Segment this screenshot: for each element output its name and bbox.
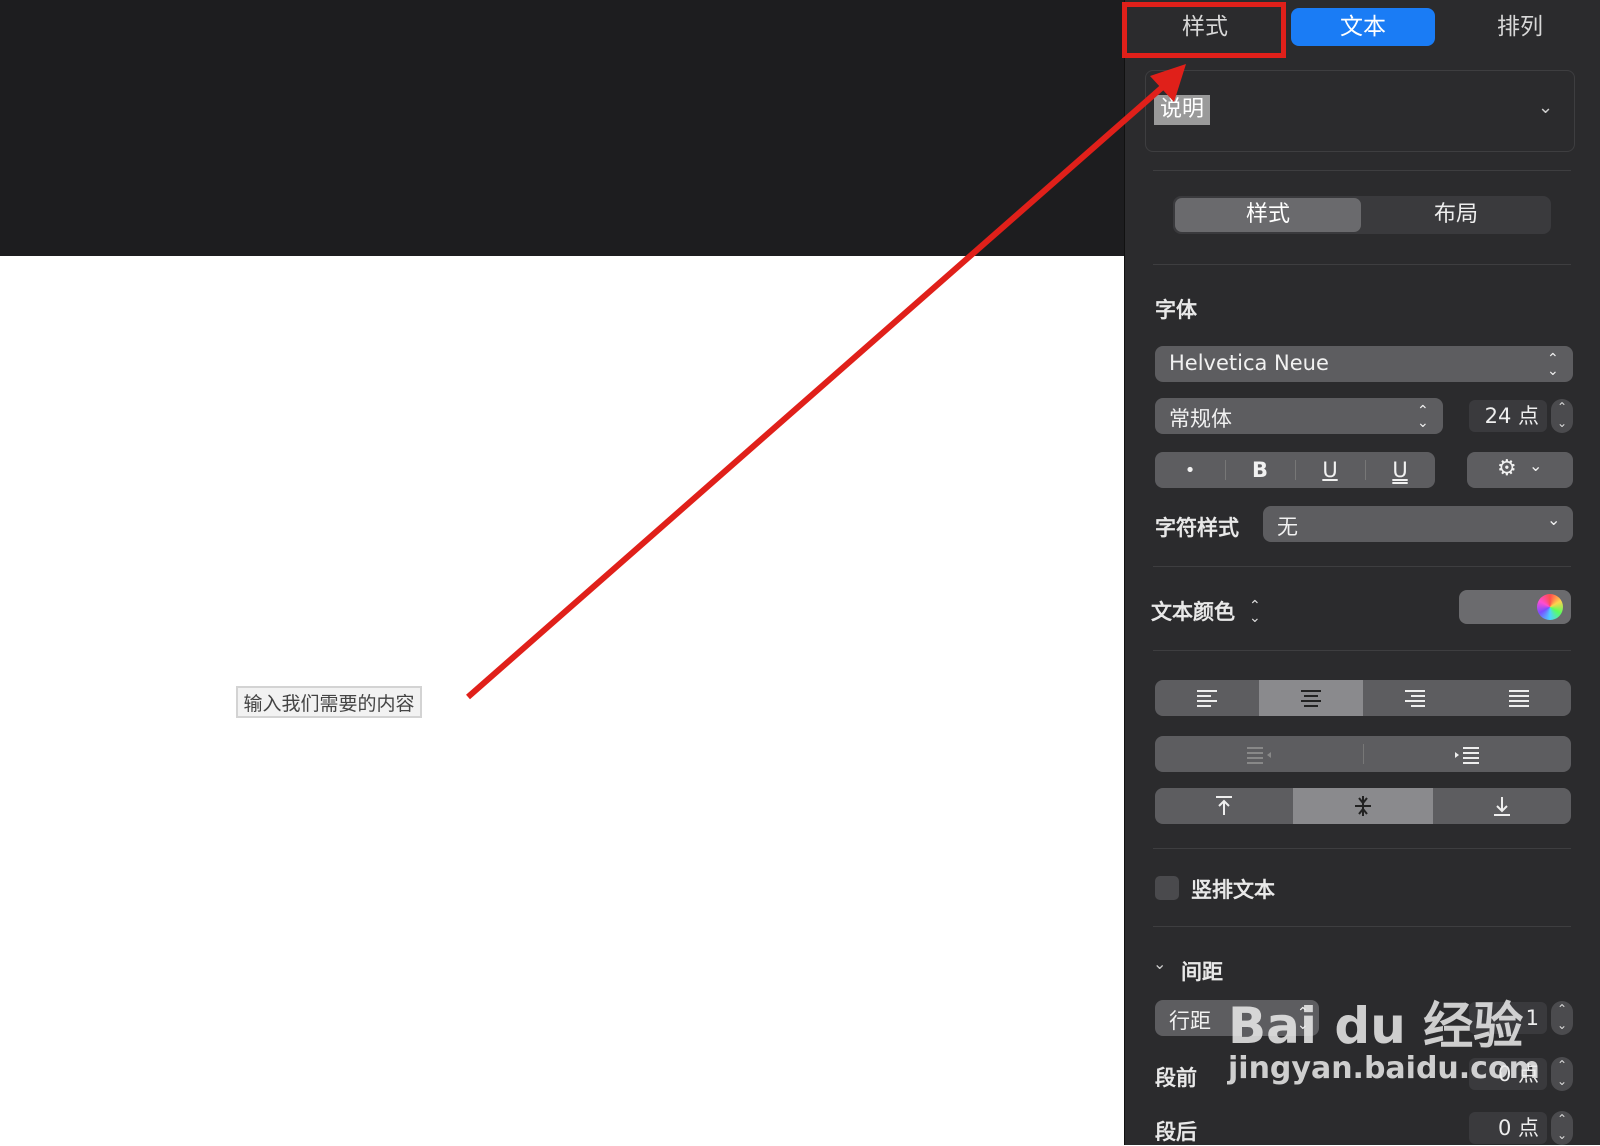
annotation-arrow [466, 64, 1186, 700]
